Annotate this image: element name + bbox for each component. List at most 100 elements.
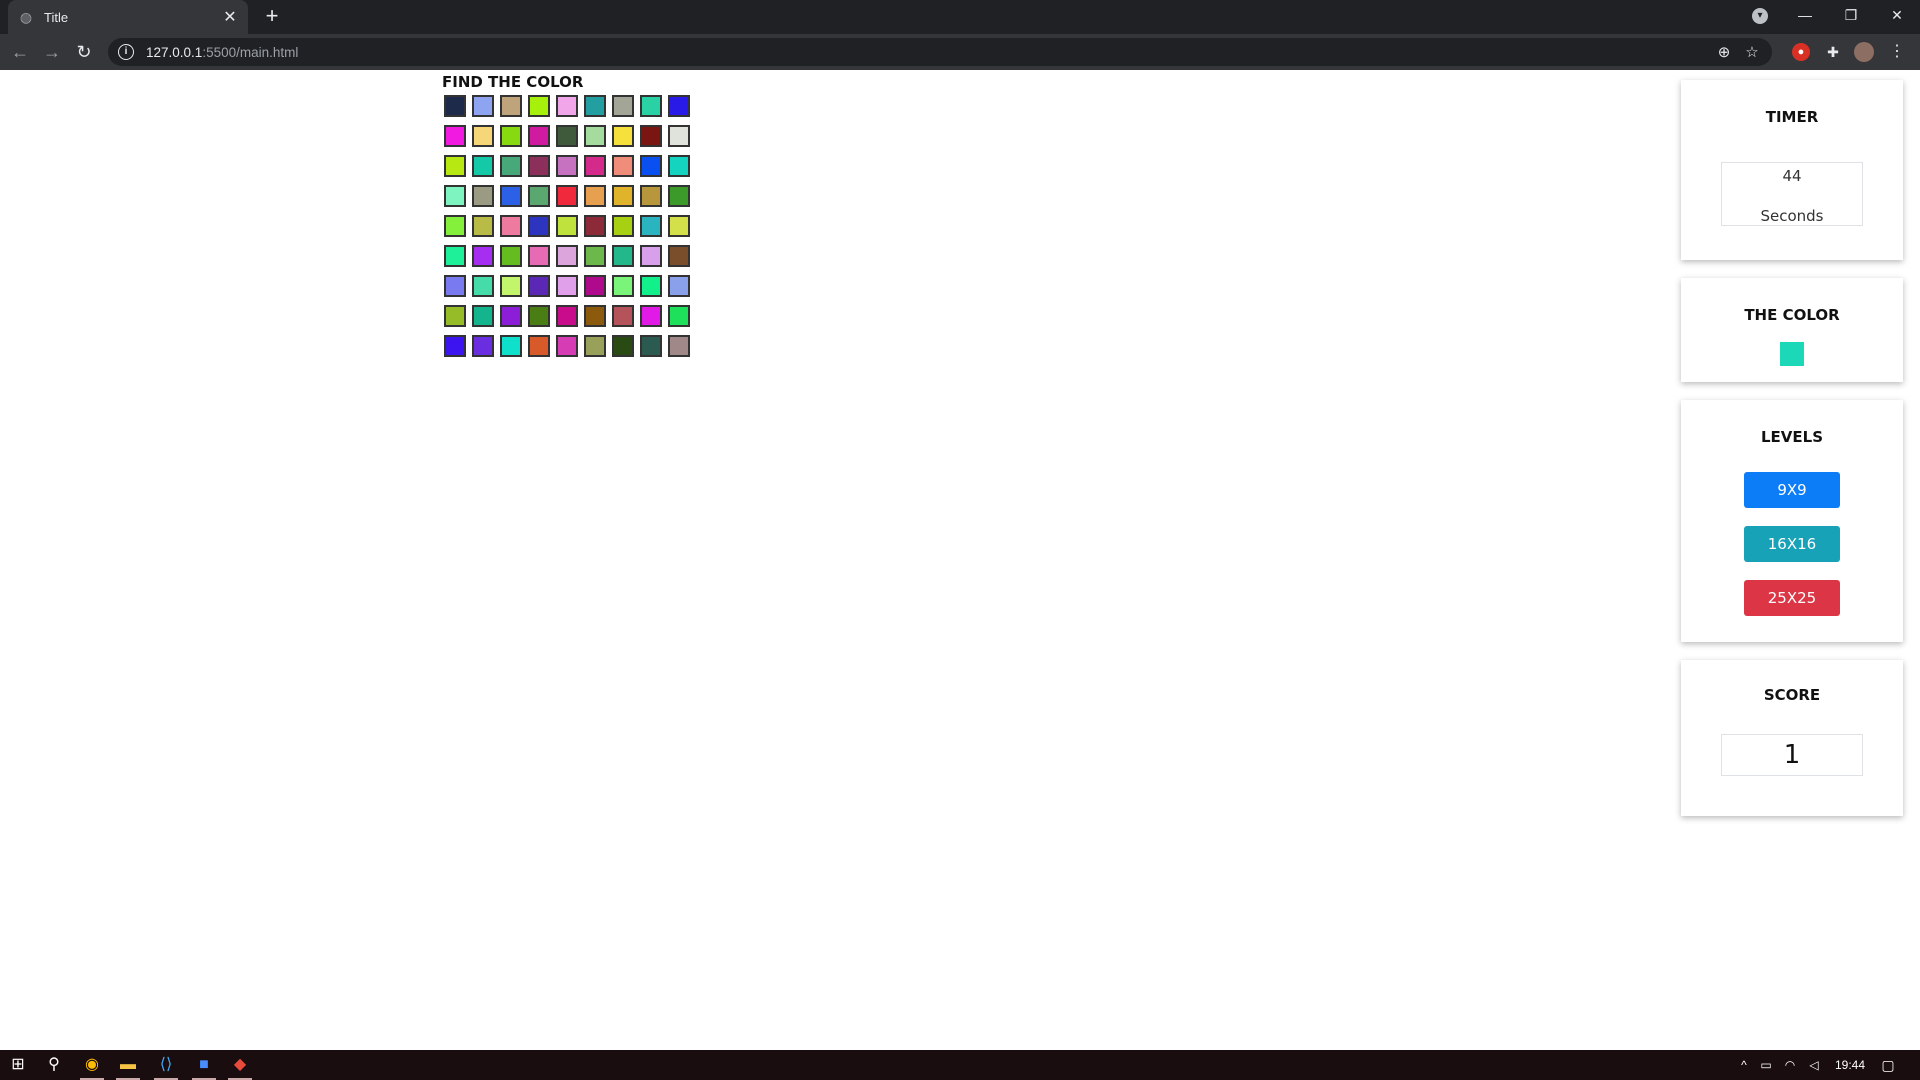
color-cell[interactable] [556, 185, 578, 207]
color-cell[interactable] [500, 275, 522, 297]
site-info-icon[interactable]: i [118, 44, 134, 60]
profile-avatar[interactable] [1854, 42, 1874, 62]
back-icon[interactable]: ← [8, 40, 32, 64]
volume-icon[interactable]: ◁ [1804, 1050, 1824, 1080]
color-cell[interactable] [444, 305, 466, 327]
color-cell[interactable] [584, 215, 606, 237]
color-cell[interactable] [472, 185, 494, 207]
color-cell[interactable] [528, 185, 550, 207]
forward-icon[interactable]: → [40, 40, 64, 64]
color-cell[interactable] [584, 335, 606, 357]
color-cell[interactable] [612, 305, 634, 327]
color-cell[interactable] [444, 245, 466, 267]
vscode-icon[interactable]: ⟨⟩ [148, 1050, 184, 1080]
color-cell[interactable] [556, 275, 578, 297]
color-cell[interactable] [668, 275, 690, 297]
color-cell[interactable] [668, 155, 690, 177]
color-cell[interactable] [556, 155, 578, 177]
level-16x16-button[interactable]: 16X16 [1744, 526, 1840, 562]
color-cell[interactable] [640, 275, 662, 297]
battery-icon[interactable]: ▭ [1756, 1050, 1776, 1080]
color-cell[interactable] [640, 155, 662, 177]
tab-search-icon[interactable]: ▾ [1752, 8, 1768, 24]
color-cell[interactable] [640, 245, 662, 267]
color-cell[interactable] [472, 305, 494, 327]
color-cell[interactable] [500, 125, 522, 147]
zoom-icon[interactable]: ⊕ [1714, 43, 1734, 61]
color-cell[interactable] [472, 215, 494, 237]
color-cell[interactable] [528, 305, 550, 327]
color-cell[interactable] [584, 155, 606, 177]
color-cell[interactable] [640, 125, 662, 147]
color-cell[interactable] [500, 95, 522, 117]
notifications-icon[interactable]: ▢ [1876, 1050, 1900, 1080]
color-cell[interactable] [444, 275, 466, 297]
color-cell[interactable] [444, 125, 466, 147]
color-cell[interactable] [668, 95, 690, 117]
color-cell[interactable] [444, 155, 466, 177]
file-explorer-icon[interactable]: ▬ [110, 1050, 146, 1080]
color-cell[interactable] [556, 215, 578, 237]
new-tab-button[interactable]: + [260, 5, 284, 29]
minimize-button[interactable]: — [1782, 0, 1828, 30]
color-cell[interactable] [640, 215, 662, 237]
tray-chevron-icon[interactable]: ^ [1734, 1050, 1754, 1080]
taskbar-clock[interactable]: 19:44 [1828, 1050, 1872, 1080]
extensions-puzzle-icon[interactable]: ✚ [1824, 43, 1842, 61]
color-cell[interactable] [528, 95, 550, 117]
color-cell[interactable] [444, 185, 466, 207]
color-cell[interactable] [584, 95, 606, 117]
windows-start-icon[interactable]: ⊞ [0, 1050, 36, 1080]
color-cell[interactable] [640, 185, 662, 207]
color-cell[interactable] [612, 215, 634, 237]
color-cell[interactable] [528, 245, 550, 267]
color-cell[interactable] [612, 275, 634, 297]
level-25x25-button[interactable]: 25X25 [1744, 580, 1840, 616]
color-cell[interactable] [612, 155, 634, 177]
color-cell[interactable] [612, 95, 634, 117]
color-cell[interactable] [472, 275, 494, 297]
color-cell[interactable] [668, 245, 690, 267]
color-cell[interactable] [528, 155, 550, 177]
color-cell[interactable] [668, 215, 690, 237]
address-bar[interactable]: i 127.0.0.1:5500/main.html ⊕ ☆ [108, 38, 1772, 66]
color-cell[interactable] [668, 185, 690, 207]
color-cell[interactable] [528, 125, 550, 147]
zoom-app-icon[interactable]: ■ [186, 1050, 222, 1080]
color-cell[interactable] [528, 335, 550, 357]
browser-tab[interactable]: ◍ Title ✕ [8, 0, 248, 34]
level-9x9-button[interactable]: 9X9 [1744, 472, 1840, 508]
color-cell[interactable] [472, 245, 494, 267]
color-cell[interactable] [612, 335, 634, 357]
color-cell[interactable] [584, 125, 606, 147]
color-cell[interactable] [556, 125, 578, 147]
app-icon[interactable]: ◆ [222, 1050, 258, 1080]
url-text[interactable]: 127.0.0.1:5500/main.html [146, 45, 1706, 60]
color-cell[interactable] [556, 245, 578, 267]
color-cell[interactable] [444, 95, 466, 117]
color-cell[interactable] [500, 215, 522, 237]
search-icon[interactable]: ⚲ [36, 1050, 72, 1080]
color-cell[interactable] [500, 155, 522, 177]
color-cell[interactable] [612, 125, 634, 147]
color-cell[interactable] [472, 125, 494, 147]
color-cell[interactable] [472, 95, 494, 117]
bookmark-star-icon[interactable]: ☆ [1742, 43, 1762, 61]
color-cell[interactable] [612, 185, 634, 207]
restore-button[interactable]: ❐ [1828, 0, 1874, 30]
chrome-icon[interactable]: ◉ [74, 1050, 110, 1080]
color-cell[interactable] [584, 185, 606, 207]
color-cell[interactable] [556, 305, 578, 327]
color-cell[interactable] [584, 275, 606, 297]
color-cell[interactable] [444, 215, 466, 237]
wifi-icon[interactable]: ◠ [1780, 1050, 1800, 1080]
color-cell[interactable] [528, 275, 550, 297]
color-cell[interactable] [584, 305, 606, 327]
color-cell[interactable] [556, 95, 578, 117]
reload-icon[interactable]: ↻ [72, 40, 96, 64]
color-cell[interactable] [640, 305, 662, 327]
color-cell[interactable] [668, 305, 690, 327]
menu-kebab-icon[interactable]: ⋮ [1888, 43, 1906, 61]
color-cell[interactable] [640, 335, 662, 357]
color-cell[interactable] [668, 335, 690, 357]
